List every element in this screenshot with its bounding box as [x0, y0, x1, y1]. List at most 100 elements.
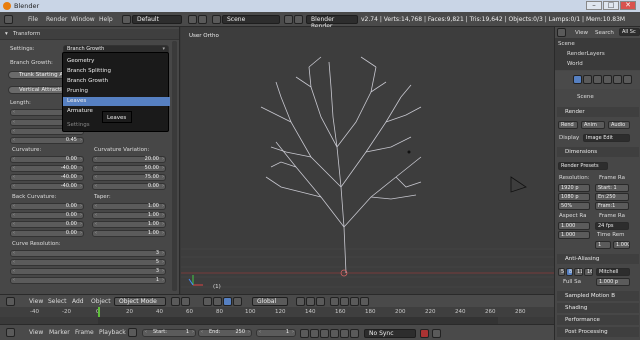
menu-file[interactable]: File: [28, 16, 38, 23]
minimize-button[interactable]: –: [586, 1, 602, 10]
dropdown-item-branch-splitting[interactable]: Branch Splitting: [63, 67, 170, 76]
frame-end-field[interactable]: En:250: [595, 193, 629, 201]
timeline-menu-marker[interactable]: Marker: [49, 329, 70, 336]
render-tab-icon[interactable]: [573, 75, 582, 84]
back-curvature-field-3[interactable]: ‹ 0.00 ›: [10, 221, 84, 228]
add-scene-button[interactable]: [284, 15, 293, 24]
timeline-editor-type-icon[interactable]: [6, 328, 15, 337]
dropdown-item-pruning[interactable]: Pruning: [63, 87, 170, 96]
curvature-field-4[interactable]: ‹ -40.00 ›: [10, 183, 84, 190]
orientation-select[interactable]: Global: [252, 297, 288, 306]
audio-button[interactable]: Audio: [608, 121, 630, 129]
transform-panel-header[interactable]: ▾ Transform: [0, 29, 179, 40]
viewport-menu-select[interactable]: Select: [48, 298, 67, 305]
fps-select[interactable]: 24 fps: [595, 222, 629, 230]
translate-icon[interactable]: [213, 297, 222, 306]
mode-select[interactable]: Object Mode: [114, 297, 166, 306]
dropdown-item-leaves[interactable]: Leaves: [63, 97, 170, 106]
taper-field-1[interactable]: ‹ 1.00 ›: [92, 203, 166, 210]
layer-button-3[interactable]: [316, 297, 325, 306]
resolution-percentage-slider[interactable]: 50%: [558, 202, 590, 210]
outliner-item-world[interactable]: World: [567, 61, 583, 67]
motion-blur-panel-header[interactable]: Sampled Motion B: [557, 291, 639, 301]
layer-button-2[interactable]: [306, 297, 315, 306]
aa-samples-11[interactable]: 11: [574, 268, 583, 276]
sync-select[interactable]: No Sync: [364, 329, 416, 338]
start-frame-field[interactable]: ‹ Start: 1 ›: [142, 329, 196, 337]
scale-icon[interactable]: [233, 297, 242, 306]
full-sample-checkbox[interactable]: Full Sa: [563, 279, 581, 285]
curvature-variation-field-2[interactable]: ‹ 50.00 ›: [92, 165, 166, 172]
viewport-menu-view[interactable]: View: [29, 298, 43, 305]
viewport-menu-add[interactable]: Add: [72, 298, 84, 305]
taper-field-4[interactable]: ‹ 1.00 ›: [92, 230, 166, 237]
viewport-editor-type-icon[interactable]: [6, 297, 15, 306]
snap-target-icon[interactable]: [340, 297, 349, 306]
outliner-item-renderlayers[interactable]: RenderLayers: [567, 51, 605, 57]
scene-select[interactable]: Scene: [222, 15, 280, 24]
curvature-variation-field-4[interactable]: ‹ 0.00 ›: [92, 183, 166, 190]
display-mode-select[interactable]: All Sc: [619, 28, 640, 36]
menu-render[interactable]: Render: [46, 16, 67, 23]
world-tab-icon[interactable]: [603, 75, 612, 84]
object-tab-icon[interactable]: [613, 75, 622, 84]
vertical-attraction-toggle[interactable]: Vertical Attraction: [8, 86, 66, 94]
opengl-render-icon[interactable]: [360, 297, 369, 306]
end-frame-field[interactable]: ‹ End: 250 ›: [198, 329, 252, 337]
frame-start-field[interactable]: Start: 1: [595, 184, 629, 192]
current-frame-field[interactable]: ‹ 1 ›: [256, 329, 296, 337]
close-button[interactable]: ✕: [620, 1, 636, 10]
curve-resolution-field-4[interactable]: ‹ 1 ›: [10, 277, 166, 284]
post-processing-panel-header[interactable]: Post Processing: [557, 327, 639, 337]
pivot-icon[interactable]: [181, 297, 190, 306]
resolution-y-field[interactable]: 1080 p: [558, 193, 590, 201]
preview-range-icon[interactable]: [128, 328, 137, 337]
menu-window[interactable]: Window: [71, 16, 95, 23]
outliner-editor-type-icon[interactable]: [557, 28, 566, 37]
manipulator-icon[interactable]: [203, 297, 212, 306]
scene-icon[interactable]: [212, 15, 221, 24]
camera-icon[interactable]: [510, 176, 527, 193]
back-curvature-field-4[interactable]: ‹ 0.00 ›: [10, 230, 84, 237]
length-field-4[interactable]: ‹ 0.45 ›: [10, 137, 84, 144]
rotate-icon[interactable]: [223, 297, 232, 306]
shading-mode-icon[interactable]: [171, 297, 180, 306]
dropdown-item-branch-growth[interactable]: Branch Growth: [63, 77, 170, 86]
render-presets-select[interactable]: Render Presets: [558, 162, 608, 170]
menu-help[interactable]: Help: [99, 16, 113, 23]
next-keyframe-icon[interactable]: [340, 329, 349, 338]
curvature-variation-field-1[interactable]: ‹ 20.00 ›: [92, 156, 166, 163]
add-layout-button[interactable]: [188, 15, 197, 24]
lamp-icon[interactable]: [407, 150, 411, 154]
filter-size-field[interactable]: 1.000 p: [596, 278, 630, 286]
curve-resolution-field-1[interactable]: ‹ 3 ›: [10, 250, 166, 257]
layer-button-1[interactable]: [296, 297, 305, 306]
aa-filter-select[interactable]: Mitchell: [596, 268, 630, 276]
layout-icon[interactable]: [122, 15, 131, 24]
modifier-tab-icon[interactable]: [623, 75, 632, 84]
render-engine-select[interactable]: Blender Render: [306, 15, 358, 30]
shading-panel-header[interactable]: Shading: [557, 303, 639, 313]
aspect-y-field[interactable]: 1.000: [558, 231, 590, 239]
render-button[interactable]: Rend: [558, 121, 578, 129]
viewport-menu-object[interactable]: Object: [91, 298, 111, 305]
display-select[interactable]: Image Edit: [583, 134, 630, 142]
back-curvature-field-2[interactable]: ‹ 0.00 ›: [10, 212, 84, 219]
maximize-button[interactable]: □: [603, 1, 619, 10]
remove-scene-button[interactable]: [294, 15, 303, 24]
curve-resolution-field-2[interactable]: ‹ 5 ›: [10, 259, 166, 266]
aspect-x-field[interactable]: 1.000: [558, 222, 590, 230]
keying-set-icon[interactable]: [432, 329, 441, 338]
outliner-menu-search[interactable]: Search: [595, 30, 614, 36]
aa-samples-8[interactable]: 8: [566, 268, 573, 276]
anti-aliasing-panel-header[interactable]: Anti-Aliasing: [557, 254, 639, 264]
prev-keyframe-icon[interactable]: [310, 329, 319, 338]
outliner-item-scene[interactable]: Scene: [558, 41, 575, 47]
curve-resolution-field-3[interactable]: ‹ 3 ›: [10, 268, 166, 275]
performance-panel-header[interactable]: Performance: [557, 315, 639, 325]
play-reverse-icon[interactable]: [320, 329, 329, 338]
play-icon[interactable]: [330, 329, 339, 338]
taper-field-3[interactable]: ‹ 1.00 ›: [92, 221, 166, 228]
time-remap-old-field[interactable]: 1: [595, 241, 611, 249]
snap-icon[interactable]: [330, 297, 339, 306]
